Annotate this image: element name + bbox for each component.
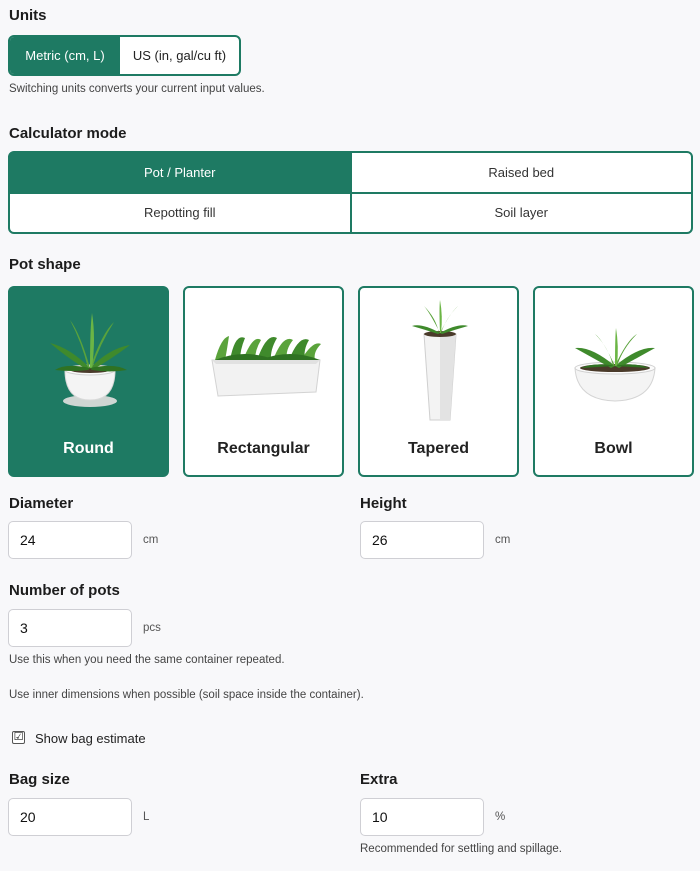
pot-shape-heading: Pot shape: [9, 256, 81, 273]
height-label: Height: [360, 495, 407, 512]
diameter-label: Diameter: [9, 495, 74, 512]
show-bag-estimate-checkbox[interactable]: ☑: [12, 731, 25, 744]
shape-card-bowl[interactable]: Bowl: [533, 286, 694, 477]
mode-raised-bed[interactable]: Raised bed: [351, 153, 691, 192]
bag-size-unit: L: [143, 811, 150, 823]
number-of-pots-unit: pcs: [143, 622, 161, 634]
units-toggle: Metric (cm, L) US (in, gal/cu ft): [8, 35, 241, 76]
extra-help: Recommended for settling and spillage.: [360, 843, 563, 855]
diameter-input[interactable]: [8, 521, 132, 559]
number-of-pots-input[interactable]: [8, 609, 132, 647]
show-bag-estimate-label[interactable]: Show bag estimate: [35, 731, 146, 746]
shape-card-label: Tapered: [407, 440, 470, 457]
extra-input[interactable]: [360, 798, 484, 836]
mode-pot-planter[interactable]: Pot / Planter: [10, 153, 350, 192]
shape-card-label: Round: [63, 440, 114, 457]
height-unit: cm: [495, 534, 511, 546]
units-heading: Units: [9, 7, 47, 24]
mode-repotting-fill[interactable]: Repotting fill: [10, 193, 350, 232]
shape-card-label: Rectangular: [217, 440, 310, 457]
shape-card-round[interactable]: Round: [8, 286, 169, 477]
number-of-pots-label: Number of pots: [9, 582, 120, 599]
calculator-mode-heading: Calculator mode: [9, 125, 127, 142]
units-metric-option[interactable]: Metric (cm, L): [10, 37, 120, 74]
bag-size-label: Bag size: [9, 771, 70, 788]
inner-dimensions-note: Use inner dimensions when possible (soil…: [9, 689, 364, 701]
shape-card-label: Bowl: [594, 440, 633, 457]
extra-label: Extra: [360, 771, 398, 788]
mode-soil-layer[interactable]: Soil layer: [351, 193, 691, 232]
shape-card-rectangular[interactable]: Rectangular: [183, 286, 344, 477]
number-of-pots-help: Use this when you need the same containe…: [9, 654, 285, 666]
units-help-text: Switching units converts your current in…: [9, 83, 265, 95]
shape-card-tapered[interactable]: Tapered: [358, 286, 519, 477]
extra-unit: %: [495, 811, 506, 823]
calculator-mode-selector: Pot / Planter Raised bed Repotting fill …: [8, 151, 693, 234]
units-us-option[interactable]: US (in, gal/cu ft): [120, 37, 239, 74]
diameter-unit: cm: [143, 534, 159, 546]
bag-size-input[interactable]: [8, 798, 132, 836]
height-input[interactable]: [360, 521, 484, 559]
